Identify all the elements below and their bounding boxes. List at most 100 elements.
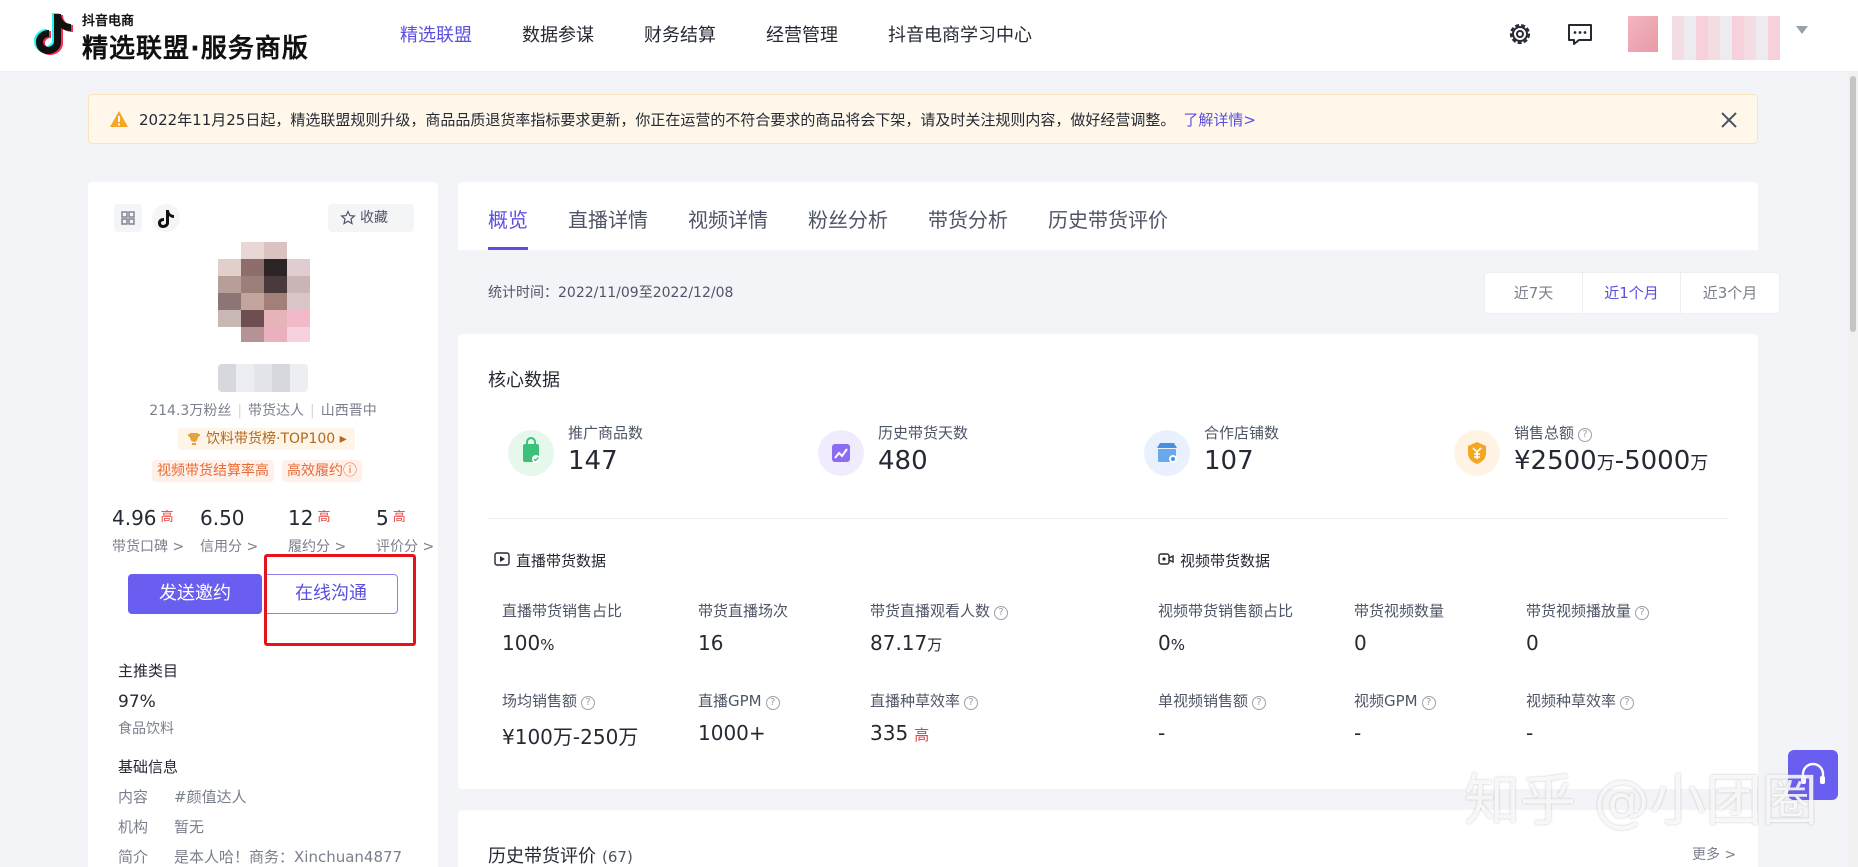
score-reputation[interactable]: 4.96 高 带货口碑 > — [112, 506, 200, 556]
score-credit[interactable]: 6.50 信用分 > — [200, 506, 288, 556]
user-menu-chevron-down-icon[interactable] — [1796, 26, 1808, 34]
nav-item-learning-center[interactable]: 抖音电商学习中心 — [888, 20, 1032, 52]
history-reviews-card: 历史带货评价 (67) 更多 > — [458, 810, 1758, 867]
tag-efficient-fulfillment[interactable]: 高效履约ⓘ — [282, 460, 362, 482]
metric-high-badge: 高 — [914, 726, 930, 744]
metric-video-gpm: 视频GPM? - — [1354, 690, 1436, 745]
metric-live-gpm: 直播GPM? 1000+ — [698, 690, 780, 745]
help-icon[interactable]: ? — [1620, 696, 1635, 710]
info-key: 内容 — [118, 788, 149, 806]
nav-item-operations[interactable]: 经营管理 — [766, 20, 838, 52]
more-link[interactable]: 更多 > — [1692, 844, 1736, 864]
metric-live-sessions: 带货直播场次 16 — [698, 600, 788, 655]
talent-location: 山西晋中 — [320, 403, 377, 419]
sales-min: ¥2500 — [1514, 446, 1597, 476]
grid-icon — [121, 211, 135, 225]
tab-sales-analysis[interactable]: 带货分析 — [928, 204, 1008, 250]
tab-history-reviews[interactable]: 历史带货评价 — [1048, 204, 1168, 250]
metric-live-viewers: 带货直播观看人数? 87.17万 — [870, 600, 1009, 655]
score-label: 带货口碑 > — [112, 539, 185, 555]
help-icon[interactable]: ? — [1252, 696, 1267, 710]
douyin-logo[interactable]: 抖音电商 精选联盟·服务商版 — [30, 6, 308, 64]
metric-label: 带货直播观看人数 — [870, 602, 991, 620]
online-chat-button[interactable]: 在线沟通 — [264, 574, 398, 614]
metric-unit: % — [540, 636, 555, 654]
sales-max: -5000 — [1614, 446, 1691, 476]
settings-gear-icon[interactable] — [1504, 18, 1536, 50]
help-icon[interactable]: ? — [1578, 428, 1593, 442]
metric-video-count: 带货视频数量 0 — [1354, 600, 1444, 655]
range-3-months[interactable]: 近3个月 — [1681, 273, 1779, 313]
tab-overview[interactable]: 概览 — [488, 204, 528, 250]
help-icon[interactable]: ? — [1421, 696, 1436, 710]
help-icon[interactable]: ? — [1635, 606, 1650, 620]
history-title: 历史带货评价 (67) — [488, 842, 633, 867]
metric-label: 直播GPM — [698, 692, 762, 710]
metric-value: - — [1354, 721, 1362, 745]
tab-live-details[interactable]: 直播详情 — [568, 204, 648, 250]
bag-icon — [508, 430, 554, 476]
video-section-title-text: 视频带货数据 — [1180, 552, 1271, 570]
range-1-month[interactable]: 近1个月 — [1583, 273, 1681, 313]
rank-text: 饮料带货榜·TOP100 ▸ — [206, 431, 347, 447]
message-icon[interactable] — [1564, 18, 1596, 50]
tiktok-logo-icon — [34, 13, 73, 55]
user-avatar[interactable] — [1628, 16, 1658, 52]
rule-update-notice: 2022年11月25日起，精选联盟规则升级，商品品质退货率指标要求更新，你正在运… — [88, 94, 1758, 144]
metric-unit: % — [1170, 636, 1185, 654]
user-name-blurred[interactable] — [1672, 16, 1780, 60]
nav-item-selected-alliance[interactable]: 精选联盟 — [400, 20, 472, 52]
main-category-percent: 97% — [118, 692, 156, 712]
warning-icon — [110, 111, 128, 127]
tab-fans-analysis[interactable]: 粉丝分析 — [808, 204, 888, 250]
nav-item-finance[interactable]: 财务结算 — [644, 20, 716, 52]
customer-service-float-button[interactable] — [1788, 750, 1838, 800]
nav-item-data-advisor[interactable]: 数据参谋 — [522, 20, 594, 52]
tab-video-details[interactable]: 视频详情 — [688, 204, 768, 250]
close-icon[interactable] — [1719, 110, 1739, 130]
score-fulfillment[interactable]: 12 高 履约分 > — [288, 506, 376, 556]
metric-label: 视频种草效率 — [1526, 692, 1617, 710]
metric-value: 0 — [1158, 631, 1171, 655]
main-nav: 精选联盟 数据参谋 财务结算 经营管理 抖音电商学习中心 — [400, 20, 1082, 52]
help-icon[interactable]: ? — [581, 696, 596, 710]
send-invite-button[interactable]: 发送邀约 — [128, 574, 262, 614]
help-icon[interactable]: ? — [994, 606, 1009, 620]
metric-label: 视频带货销售额占比 — [1158, 602, 1294, 620]
shop-icon — [1144, 430, 1190, 476]
douyin-link-button[interactable] — [152, 204, 180, 232]
help-icon[interactable]: ? — [964, 696, 979, 710]
help-icon[interactable]: ? — [765, 696, 780, 710]
notice-learn-more-link[interactable]: 了解详情> — [1183, 111, 1256, 129]
main-category-name: 食品饮料 — [118, 721, 174, 737]
info-value: 暂无 — [174, 818, 205, 836]
info-row-agency: 机构 暂无 — [118, 816, 204, 837]
rank-badge[interactable]: 饮料带货榜·TOP100 ▸ — [178, 428, 355, 450]
detail-tabs-bar: 概览 直播详情 视频详情 粉丝分析 带货分析 历史带货评价 — [458, 182, 1758, 250]
headset-icon — [1801, 762, 1825, 784]
page-scrollbar-thumb[interactable] — [1850, 76, 1856, 332]
history-count: (67) — [602, 848, 633, 866]
live-section-title: 直播带货数据 — [494, 550, 606, 571]
metric-label: 视频GPM — [1354, 692, 1418, 710]
kpi-label: 合作店铺数 — [1204, 424, 1280, 442]
score-high-badge: 高 — [392, 510, 406, 525]
favorite-button[interactable]: 收藏 — [328, 204, 414, 232]
score-high-badge: 高 — [317, 510, 331, 525]
score-label: 信用分 > — [200, 539, 259, 555]
metric-video-sales-ratio: 视频带货销售额占比 0% — [1158, 600, 1293, 655]
talent-meta: 214.3万粉丝 | 带货达人 | 山西晋中 — [149, 403, 377, 419]
live-section-title-text: 直播带货数据 — [516, 552, 607, 570]
fans-count: 214.3万粉丝 — [149, 403, 232, 419]
grid-view-button[interactable] — [114, 204, 142, 232]
logo-main-text: 精选联盟·服务商版 — [82, 34, 309, 64]
metric-value: 1000+ — [698, 721, 766, 745]
mosaic-avatar — [218, 242, 310, 342]
metric-video-plays: 带货视频播放量? 0 — [1526, 600, 1650, 655]
score-review[interactable]: 5高 评价分 > — [376, 506, 464, 556]
metric-value: - — [1526, 721, 1534, 745]
metric-label: 直播带货销售占比 — [502, 602, 623, 620]
range-7-days[interactable]: 近7天 — [1485, 273, 1583, 313]
kpi-label: 推广商品数 — [568, 424, 644, 442]
info-value: 是本人哈！商务：Xinchuan4877 — [174, 848, 403, 866]
